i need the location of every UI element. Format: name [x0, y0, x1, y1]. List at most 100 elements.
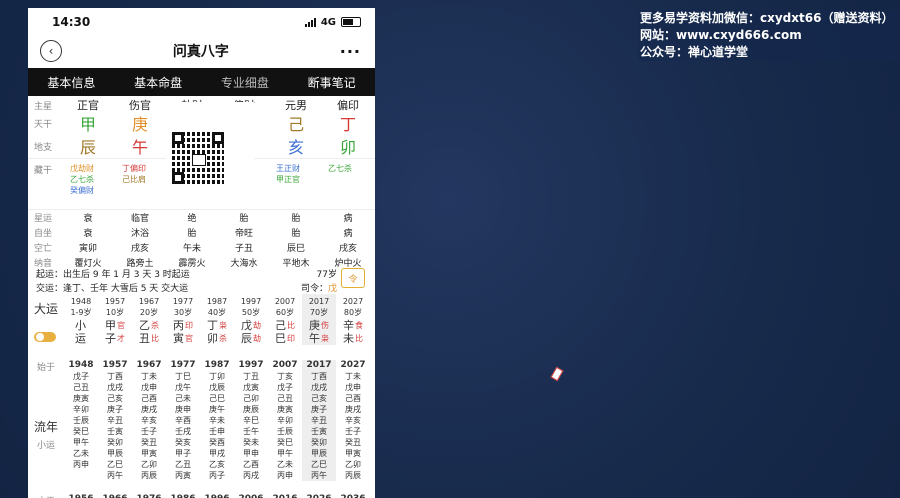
liunian-item[interactable]: 乙未 [268, 459, 302, 470]
dayun-column[interactable]: 1957 10岁甲子官才 [98, 294, 132, 345]
liunian-item[interactable]: 乙巳 [98, 459, 132, 470]
liunian-item[interactable]: 丙午 [98, 470, 132, 481]
liunian-item[interactable]: 壬申 [200, 426, 234, 437]
liunian-item[interactable]: 庚戌 [132, 404, 166, 415]
liunian-item[interactable]: 辛卯 [268, 415, 302, 426]
liunian-item[interactable]: 戊戌 [302, 382, 336, 393]
tab-pro-chart[interactable]: 专业细盘 [221, 74, 269, 91]
liunian-item[interactable]: 甲辰 [302, 448, 336, 459]
liunian-item[interactable]: 乙未 [64, 448, 98, 459]
liunian-item[interactable]: 丁酉 [302, 371, 336, 382]
liunian-item[interactable]: 戊寅 [234, 382, 268, 393]
liunian-item[interactable]: 甲子 [166, 448, 200, 459]
liunian-item[interactable]: 戊申 [132, 382, 166, 393]
liunian-item[interactable]: 庚申 [166, 404, 200, 415]
liunian-item[interactable]: 癸酉 [200, 437, 234, 448]
liunian-item[interactable]: 己亥 [98, 393, 132, 404]
liunian-item[interactable]: 庚寅 [64, 393, 98, 404]
liunian-item[interactable]: 甲寅 [132, 448, 166, 459]
dayun-column[interactable]: 1948 1-9岁小运 [64, 294, 98, 345]
liunian-item[interactable]: 庚午 [200, 404, 234, 415]
liunian-item[interactable]: 丁巳 [166, 371, 200, 382]
liunian-item[interactable]: 癸巳 [268, 437, 302, 448]
liunian-item[interactable]: 甲辰 [98, 448, 132, 459]
liunian-item[interactable]: 戊子 [64, 371, 98, 382]
liunian-item[interactable]: 庚子 [302, 404, 336, 415]
liunian-item[interactable]: 戊子 [268, 382, 302, 393]
liunian-item[interactable]: 丁未 [132, 371, 166, 382]
liunian-item[interactable]: 乙卯 [132, 459, 166, 470]
liunian-item[interactable]: 丙戌 [234, 470, 268, 481]
liunian-item[interactable]: 甲寅 [336, 448, 370, 459]
liunian-item[interactable]: 辛巳 [234, 415, 268, 426]
liunian-item[interactable]: 丙午 [302, 470, 336, 481]
liunian-item[interactable]: 癸巳 [64, 426, 98, 437]
liunian-item[interactable]: 癸卯 [98, 437, 132, 448]
liunian-item[interactable]: 辛酉 [166, 415, 200, 426]
liunian-item[interactable]: 丁丑 [234, 371, 268, 382]
tab-basic-info[interactable]: 基本信息 [47, 74, 95, 91]
liunian-item[interactable]: 甲午 [268, 448, 302, 459]
more-icon[interactable]: ··· [340, 42, 361, 61]
tab-basic-chart[interactable]: 基本命盘 [134, 74, 182, 91]
liunian-item[interactable]: 戊申 [336, 382, 370, 393]
liunian-item[interactable]: 甲午 [64, 437, 98, 448]
liunian-item[interactable]: 己卯 [234, 393, 268, 404]
liunian-item[interactable]: 辛亥 [336, 415, 370, 426]
liunian-item[interactable]: 庚辰 [234, 404, 268, 415]
liunian-item[interactable]: 丁未 [336, 371, 370, 382]
dayun-column[interactable]: 1967 20岁乙丑杀比 [132, 294, 166, 345]
liunian-item[interactable]: 癸卯 [302, 437, 336, 448]
liunian-item[interactable]: 癸丑 [336, 437, 370, 448]
liunian-item[interactable]: 己丑 [268, 393, 302, 404]
dayun-column[interactable]: 2027 80岁辛未食比 [336, 294, 370, 345]
liunian-item[interactable]: 庚子 [98, 404, 132, 415]
liunian-item[interactable]: 癸丑 [132, 437, 166, 448]
liunian-item[interactable]: 壬寅 [98, 426, 132, 437]
liunian-item[interactable]: 丁酉 [98, 371, 132, 382]
liunian-item[interactable]: 壬辰 [64, 415, 98, 426]
liunian-item[interactable]: 壬子 [336, 426, 370, 437]
liunian-item[interactable]: 己丑 [64, 382, 98, 393]
liunian-item[interactable]: 乙酉 [234, 459, 268, 470]
dayun-column[interactable]: 1997 50岁戊辰劫劫 [234, 294, 268, 345]
liunian-item[interactable]: 戊辰 [200, 382, 234, 393]
liunian-item[interactable]: 壬午 [234, 426, 268, 437]
liunian-item[interactable]: 辛未 [200, 415, 234, 426]
liunian-item[interactable]: 癸未 [234, 437, 268, 448]
liunian-item[interactable]: 甲申 [234, 448, 268, 459]
liunian-item[interactable]: 丙辰 [336, 470, 370, 481]
liunian-item[interactable]: 己未 [166, 393, 200, 404]
dayun-column[interactable]: 2017 70岁庚午伤枭 [302, 294, 336, 345]
liunian-item[interactable]: 丙辰 [132, 470, 166, 481]
dayun-toggle[interactable] [34, 332, 56, 342]
liunian-item[interactable]: 丙申 [268, 470, 302, 481]
back-icon[interactable]: ‹ [40, 40, 62, 62]
liunian-item[interactable]: 己亥 [302, 393, 336, 404]
liunian-item[interactable]: 辛丑 [302, 415, 336, 426]
liunian-item[interactable]: 辛卯 [64, 404, 98, 415]
liunian-item[interactable]: 壬辰 [268, 426, 302, 437]
liunian-item[interactable]: 丁亥 [268, 371, 302, 382]
liunian-item[interactable]: 丙申 [64, 459, 98, 470]
liunian-item[interactable]: 丙寅 [166, 470, 200, 481]
liunian-item[interactable]: 壬子 [132, 426, 166, 437]
liunian-item[interactable]: 丙子 [200, 470, 234, 481]
tab-notes[interactable]: 断事笔记 [308, 74, 356, 91]
siling-button[interactable]: 令 [341, 268, 365, 288]
liunian-item[interactable]: 丁卯 [200, 371, 234, 382]
liunian-item[interactable]: 己酉 [132, 393, 166, 404]
liunian-item[interactable]: 甲戌 [200, 448, 234, 459]
liunian-item[interactable]: 戊戌 [98, 382, 132, 393]
liunian-item[interactable]: 庚戌 [336, 404, 370, 415]
liunian-item[interactable]: 壬寅 [302, 426, 336, 437]
liunian-item[interactable]: 辛亥 [132, 415, 166, 426]
liunian-item[interactable]: 戊午 [166, 382, 200, 393]
liunian-item[interactable]: 辛丑 [98, 415, 132, 426]
liunian-item[interactable]: 乙丑 [166, 459, 200, 470]
dayun-column[interactable]: 2007 60岁己巳比印 [268, 294, 302, 345]
dayun-column[interactable]: 1977 30岁丙寅印官 [166, 294, 200, 345]
liunian-item[interactable]: 己巳 [200, 393, 234, 404]
liunian-item[interactable]: 己酉 [336, 393, 370, 404]
liunian-item[interactable]: 乙亥 [200, 459, 234, 470]
